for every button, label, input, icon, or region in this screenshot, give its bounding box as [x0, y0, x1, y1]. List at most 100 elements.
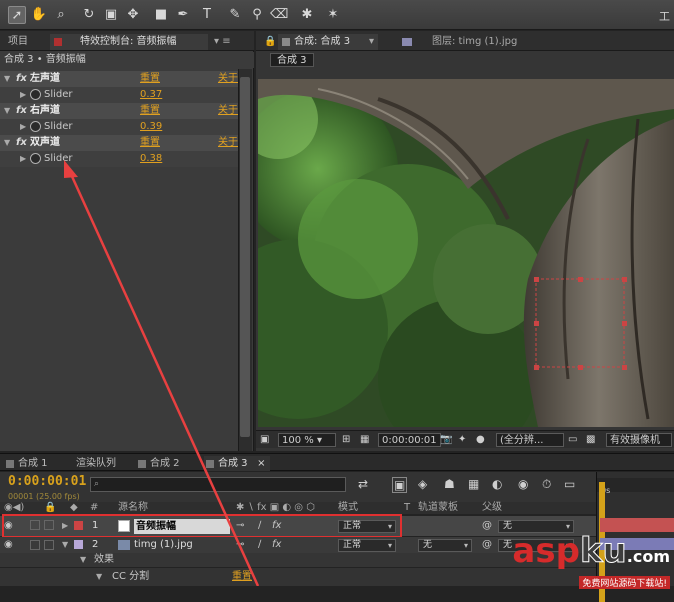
expand-triangle-icon[interactable]: ▼	[4, 135, 10, 151]
snapshot-icon[interactable]: 📷	[440, 433, 452, 447]
effect-row-right-channel[interactable]: ▼ fx 右声道 重置 关于	[0, 103, 238, 119]
about-link[interactable]: 关于	[218, 135, 238, 151]
region-of-interest-icon[interactable]: ▭	[568, 433, 577, 447]
tab-comp3[interactable]: 合成 3 ×	[204, 456, 270, 471]
comp-mini-flowchart-icon[interactable]: ⇄	[358, 477, 368, 491]
source-name-header[interactable]: 源名称	[118, 501, 148, 515]
slider-row[interactable]: ▶ Slider 0.38	[0, 151, 238, 167]
pick-whip-icon[interactable]: @	[482, 519, 492, 533]
about-link[interactable]: 关于	[218, 103, 238, 119]
auto-keyframe-icon[interactable]: ⏱	[542, 477, 551, 492]
slider-value[interactable]: 0.37	[140, 87, 162, 103]
slider-row[interactable]: ▶ Slider 0.39	[0, 119, 238, 135]
track-matte-dropdown[interactable]: 无	[418, 539, 472, 552]
panel-menu-icon[interactable]: ▾ ≡	[210, 34, 235, 50]
effects-switch-icon[interactable]: fx	[272, 538, 281, 552]
switches-header-icons[interactable]: ✱ ∖ fx ▣ ◐ ◎ ⬡	[236, 501, 315, 515]
tab-composition[interactable]: 合成: 合成 3 ▾	[278, 34, 378, 50]
tab-render-queue[interactable]: 渲染队列	[62, 456, 116, 471]
workspace-label[interactable]: 工	[659, 8, 670, 24]
brush-tool-icon[interactable]: ✎	[226, 6, 244, 24]
hide-shy-layers-icon[interactable]: ☗	[444, 477, 455, 491]
about-link[interactable]: 关于	[218, 71, 238, 87]
blend-mode-dropdown[interactable]: 正常	[338, 539, 396, 552]
solo-toggle[interactable]	[30, 540, 40, 550]
stopwatch-icon[interactable]	[30, 89, 41, 100]
show-snapshot-icon[interactable]: ✦	[458, 433, 466, 447]
resolution-dropdown[interactable]: (全分辨...	[496, 433, 564, 447]
rectangle-tool-icon[interactable]: ■	[152, 6, 170, 24]
always-preview-icon[interactable]: ▣	[260, 433, 269, 447]
zoom-dropdown[interactable]: 100 % ▾	[278, 433, 336, 447]
label-color-swatch[interactable]	[74, 540, 83, 549]
expand-triangle-icon[interactable]: ▼	[62, 538, 68, 552]
fx-icon[interactable]: fx	[16, 71, 27, 87]
slider-value[interactable]: 0.39	[140, 119, 162, 135]
composition-name-badge[interactable]: 合成 3	[270, 53, 314, 67]
slider-value[interactable]: 0.38	[140, 151, 162, 167]
reset-link[interactable]: 重置	[140, 71, 160, 87]
transparency-toggle-icon[interactable]: ▩	[586, 433, 595, 447]
fx-icon[interactable]: fx	[16, 135, 27, 151]
channel-icon[interactable]: ●	[476, 433, 485, 447]
rotate-tool-icon[interactable]: ↻	[80, 6, 98, 24]
expand-triangle-icon[interactable]: ▼	[96, 570, 102, 584]
motion-blur-icon[interactable]: ◐	[492, 477, 502, 491]
selection-tool-icon[interactable]: ➚	[8, 6, 26, 24]
pen-tool-icon[interactable]: ✒	[174, 6, 192, 24]
live-update-icon[interactable]: ▣	[392, 477, 408, 493]
zoom-tool-icon[interactable]: ⌕	[52, 6, 70, 24]
reset-link[interactable]: 重置	[140, 103, 160, 119]
pan-behind-tool-icon[interactable]: ✥	[124, 6, 142, 24]
layer-name[interactable]: timg (1).jpg	[134, 538, 193, 552]
puppet-tool-icon[interactable]: ✶	[324, 6, 342, 24]
fx-icon[interactable]: fx	[16, 103, 27, 119]
stopwatch-icon[interactable]	[30, 121, 41, 132]
frame-blending-icon[interactable]: ▦	[468, 477, 479, 491]
expand-triangle-icon[interactable]: ▶	[20, 151, 26, 167]
layer-search-input[interactable]: ⌕	[90, 477, 346, 492]
scrollbar-thumb[interactable]	[240, 77, 250, 437]
slider-row[interactable]: ▶ Slider 0.37	[0, 87, 238, 103]
clone-stamp-tool-icon[interactable]: ⚲	[248, 6, 266, 24]
quality-switch-icon[interactable]: ∕	[258, 538, 261, 552]
camera-tool-icon[interactable]: ▣	[102, 6, 120, 24]
reset-link[interactable]: 重置	[140, 135, 160, 151]
lock-toggle[interactable]	[44, 540, 54, 550]
draft-3d-icon[interactable]: ◈	[418, 477, 427, 491]
brainstorm-icon[interactable]: ◉	[518, 477, 528, 491]
transparency-grid-icon[interactable]: ▦	[360, 433, 369, 447]
expand-triangle-icon[interactable]: ▼	[4, 71, 10, 87]
expand-triangle-icon[interactable]: ▶	[20, 119, 26, 135]
composition-viewer[interactable]	[258, 79, 674, 427]
effect-row-both-channels[interactable]: ▼ fx 双声道 重置 关于	[0, 135, 238, 151]
expand-triangle-icon[interactable]: ▶	[20, 87, 26, 103]
tab-comp2[interactable]: 合成 2	[136, 456, 180, 471]
stopwatch-icon[interactable]	[30, 153, 41, 164]
expand-triangle-icon[interactable]: ▼	[4, 103, 10, 119]
effects-group-label: 效果	[94, 554, 114, 565]
safe-margins-icon[interactable]: ⊞	[342, 433, 350, 447]
label-column-icon[interactable]: ◆	[70, 501, 78, 515]
cc-reset-link[interactable]: 重置	[232, 570, 252, 584]
tab-layer[interactable]: 图层: timg (1).jpg	[396, 34, 521, 50]
graph-editor-icon[interactable]: ▭	[564, 477, 575, 491]
visibility-eye-icon[interactable]: ◉	[4, 538, 13, 552]
current-time-field[interactable]: 0:00:00:01	[378, 433, 441, 447]
current-time[interactable]: 0:00:00:01	[8, 474, 86, 489]
lock-column-icon[interactable]: 🔒	[44, 501, 56, 515]
roto-brush-tool-icon[interactable]: ✱	[298, 6, 316, 24]
eraser-tool-icon[interactable]: ⌫	[270, 6, 288, 24]
hand-tool-icon[interactable]: ✋	[30, 6, 48, 24]
tab-effect-controls[interactable]: 特效控制台: 音频振幅	[50, 34, 208, 50]
effect-row-left-channel[interactable]: ▼ fx 左声道 重置 关于	[0, 71, 238, 87]
close-icon[interactable]: ×	[257, 456, 265, 471]
collapse-transform-icon[interactable]: ⊸	[236, 538, 244, 552]
tab-comp1[interactable]: 合成 1	[4, 456, 48, 471]
text-tool-icon[interactable]: T	[198, 6, 216, 24]
active-camera-dropdown[interactable]: 有效摄像机	[606, 433, 672, 447]
tab-project[interactable]: 项目	[4, 34, 32, 50]
expand-triangle-icon[interactable]: ▼	[80, 553, 86, 567]
av-features-icon[interactable]: ◉◀)	[4, 501, 24, 515]
layer-1-duration-bar[interactable]	[600, 518, 674, 532]
